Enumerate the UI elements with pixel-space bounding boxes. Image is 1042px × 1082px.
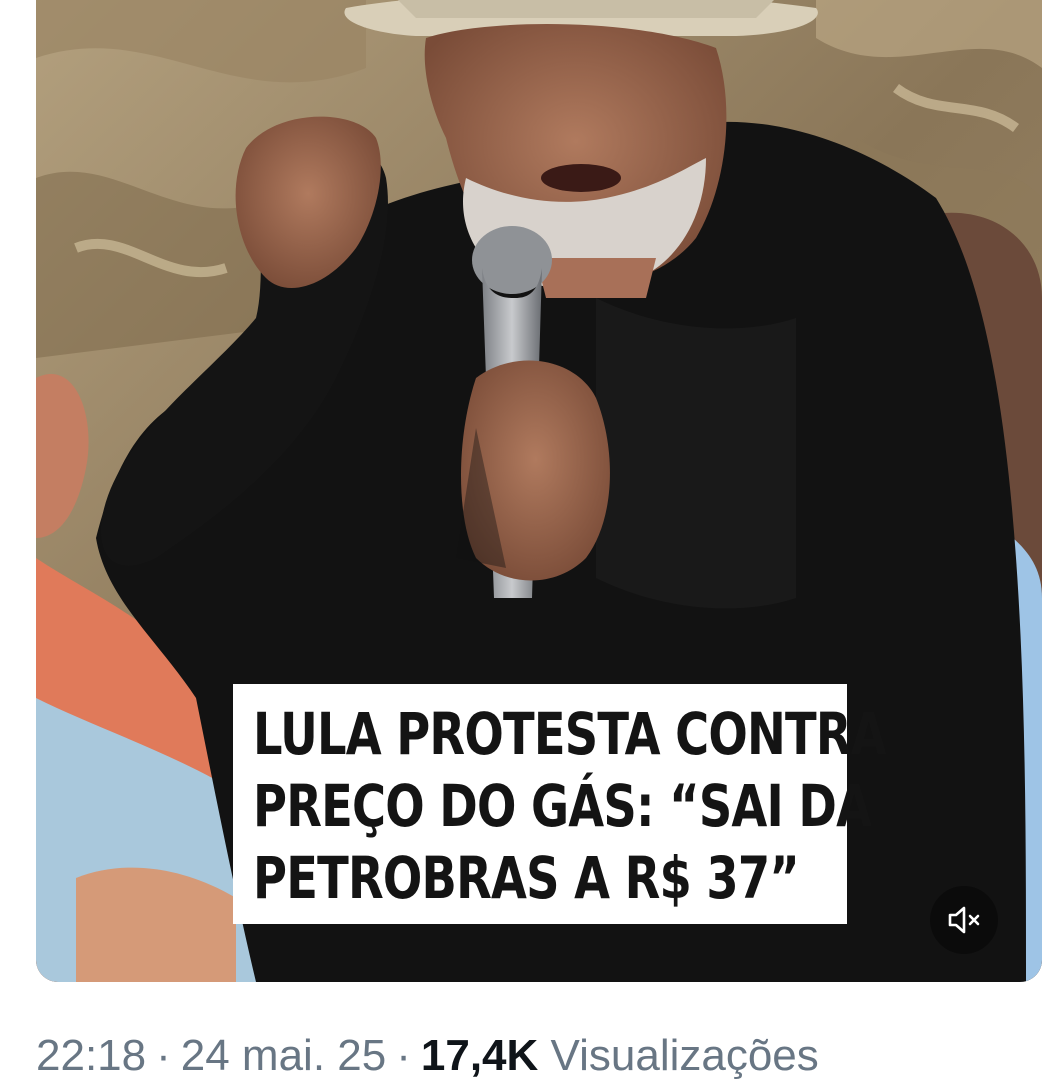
caption-line-1: LULA PROTESTA CONTRA: [253, 700, 887, 768]
tweet-media-view: LULA PROTESTA CONTRA PREÇO DO GÁS: “SAI …: [0, 0, 1042, 1082]
tweet-date[interactable]: 24 mai. 25: [181, 1031, 386, 1080]
unmute-button[interactable]: [930, 886, 998, 954]
speaker-muted-icon: [948, 906, 980, 934]
separator-dot: ·: [156, 1031, 171, 1080]
video-player[interactable]: LULA PROTESTA CONTRA PREÇO DO GÁS: “SAI …: [36, 0, 1042, 982]
views-count: 17,4K: [420, 1031, 539, 1080]
separator-dot: ·: [396, 1031, 411, 1080]
video-caption-overlay: LULA PROTESTA CONTRA PREÇO DO GÁS: “SAI …: [233, 684, 887, 924]
caption-line-3: PETROBRAS A R$ 37”: [253, 844, 800, 912]
tweet-time[interactable]: 22:18: [36, 1031, 146, 1080]
caption-line-2: PREÇO DO GÁS: “SAI DA: [253, 772, 872, 840]
views-label: Visualizações: [550, 1031, 819, 1080]
tweet-timestamp-row: 22:18 · 24 mai. 25 · 17,4K Visualizações: [36, 1024, 819, 1082]
